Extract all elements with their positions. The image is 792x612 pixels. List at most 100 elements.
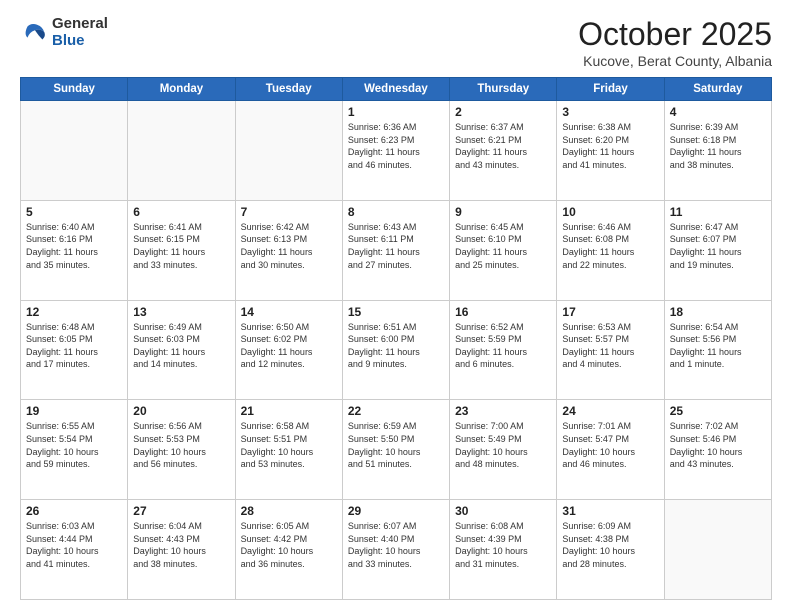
day-number: 1 [348,105,444,119]
day-number: 17 [562,305,658,319]
col-thursday: Thursday [450,78,557,101]
day-number: 29 [348,504,444,518]
table-row: 3 Sunrise: 6:38 AMSunset: 6:20 PMDaylight… [557,101,664,201]
logo-general-label: General [52,16,108,33]
day-info: Sunrise: 6:53 AMSunset: 5:57 PMDaylight:… [562,321,658,371]
day-info: Sunrise: 6:47 AMSunset: 6:07 PMDaylight:… [670,221,766,271]
table-row: 1Sunrise: 6:36 AMSunset: 6:23 PMDaylight… [342,101,449,201]
day-number: 31 [562,504,658,518]
day-number: 28 [241,504,337,518]
table-row: 23Sunrise: 7:00 AMSunset: 5:49 PMDayligh… [450,400,557,500]
location: Kucove, Berat County, Albania [578,53,772,69]
table-row: 5Sunrise: 6:40 AMSunset: 6:16 PMDaylight… [21,200,128,300]
table-row: 21 Sunrise: 6:58 AMSunset: 5:51 PMDayligh… [235,400,342,500]
day-info: Sunrise: 7:02 AMSunset: 5:46 PMDaylight:… [670,420,766,470]
day-info: Sunrise: 6:04 AMSunset: 4:43 PMDaylight:… [133,520,229,570]
day-number: 12 [26,305,122,319]
table-row: 22 Sunrise: 6:59 AMSunset: 5:50 PMDayligh… [342,400,449,500]
day-info: Sunrise: 6:58 AMSunset: 5:51 PMDaylight:… [241,420,337,470]
day-info: Sunrise: 6:56 AMSunset: 5:53 PMDaylight:… [133,420,229,470]
day-info: Sunrise: 6:55 AMSunset: 5:54 PMDaylight:… [26,420,122,470]
table-row: 25 Sunrise: 7:02 AMSunset: 5:46 PMDayligh… [664,400,771,500]
table-row [664,500,771,600]
day-info: Sunrise: 6:03 AMSunset: 4:44 PMDaylight:… [26,520,122,570]
day-number: 4 [670,105,766,119]
day-info: Sunrise: 6:51 AMSunset: 6:00 PMDaylight:… [348,321,444,371]
table-row: 7Sunrise: 6:42 AMSunset: 6:13 PMDaylight… [235,200,342,300]
calendar-week-row: 12 Sunrise: 6:48 AMSunset: 6:05 PMDayligh… [21,300,772,400]
day-info: Sunrise: 6:09 AMSunset: 4:38 PMDaylight:… [562,520,658,570]
day-info: Sunrise: 7:00 AMSunset: 5:49 PMDaylight:… [455,420,551,470]
day-info: Sunrise: 6:59 AMSunset: 5:50 PMDaylight:… [348,420,444,470]
day-number: 25 [670,404,766,418]
day-info: Sunrise: 6:50 AMSunset: 6:02 PMDaylight:… [241,321,337,371]
day-number: 24 [562,404,658,418]
title-block: October 2025 Kucove, Berat County, Alban… [578,16,772,69]
calendar-header-row: Sunday Monday Tuesday Wednesday Thursday… [21,78,772,101]
day-number: 5 [26,205,122,219]
table-row: 8Sunrise: 6:43 AMSunset: 6:11 PMDaylight… [342,200,449,300]
table-row: 14 Sunrise: 6:50 AMSunset: 6:02 PMDayligh… [235,300,342,400]
day-info: Sunrise: 6:52 AMSunset: 5:59 PMDaylight:… [455,321,551,371]
day-info: Sunrise: 6:38 AMSunset: 6:20 PMDaylight:… [562,121,658,171]
day-number: 16 [455,305,551,319]
table-row: 17 Sunrise: 6:53 AMSunset: 5:57 PMDayligh… [557,300,664,400]
day-number: 11 [670,205,766,219]
table-row: 28Sunrise: 6:05 AMSunset: 4:42 PMDayligh… [235,500,342,600]
table-row: 2Sunrise: 6:37 AMSunset: 6:21 PMDaylight… [450,101,557,201]
day-info: Sunrise: 6:08 AMSunset: 4:39 PMDaylight:… [455,520,551,570]
day-info: Sunrise: 6:46 AMSunset: 6:08 PMDaylight:… [562,221,658,271]
day-number: 15 [348,305,444,319]
logo-text: General Blue [52,16,108,49]
table-row: 13Sunrise: 6:49 AMSunset: 6:03 PMDayligh… [128,300,235,400]
table-row: 31 Sunrise: 6:09 AMSunset: 4:38 PMDayligh… [557,500,664,600]
table-row: 4 Sunrise: 6:39 AMSunset: 6:18 PMDaylight… [664,101,771,201]
day-number: 6 [133,205,229,219]
day-number: 30 [455,504,551,518]
col-saturday: Saturday [664,78,771,101]
day-number: 9 [455,205,551,219]
day-number: 3 [562,105,658,119]
day-info: Sunrise: 6:48 AMSunset: 6:05 PMDaylight:… [26,321,122,371]
day-info: Sunrise: 6:54 AMSunset: 5:56 PMDaylight:… [670,321,766,371]
day-number: 10 [562,205,658,219]
day-number: 8 [348,205,444,219]
col-monday: Monday [128,78,235,101]
logo-icon [20,19,48,47]
calendar-week-row: 1Sunrise: 6:36 AMSunset: 6:23 PMDaylight… [21,101,772,201]
table-row [21,101,128,201]
table-row: 18 Sunrise: 6:54 AMSunset: 5:56 PMDayligh… [664,300,771,400]
day-number: 20 [133,404,229,418]
day-number: 14 [241,305,337,319]
day-info: Sunrise: 6:41 AMSunset: 6:15 PMDaylight:… [133,221,229,271]
table-row: 19 Sunrise: 6:55 AMSunset: 5:54 PMDayligh… [21,400,128,500]
day-info: Sunrise: 7:01 AMSunset: 5:47 PMDaylight:… [562,420,658,470]
table-row: 27 Sunrise: 6:04 AMSunset: 4:43 PMDayligh… [128,500,235,600]
table-row: 6 Sunrise: 6:41 AMSunset: 6:15 PMDaylight… [128,200,235,300]
day-info: Sunrise: 6:39 AMSunset: 6:18 PMDaylight:… [670,121,766,171]
day-info: Sunrise: 6:37 AMSunset: 6:21 PMDaylight:… [455,121,551,171]
logo-blue-label: Blue [52,33,108,50]
col-friday: Friday [557,78,664,101]
table-row: 15 Sunrise: 6:51 AMSunset: 6:00 PMDayligh… [342,300,449,400]
col-wednesday: Wednesday [342,78,449,101]
col-sunday: Sunday [21,78,128,101]
day-number: 18 [670,305,766,319]
table-row: 26 Sunrise: 6:03 AMSunset: 4:44 PMDayligh… [21,500,128,600]
day-number: 22 [348,404,444,418]
day-number: 21 [241,404,337,418]
day-number: 27 [133,504,229,518]
day-info: Sunrise: 6:42 AMSunset: 6:13 PMDaylight:… [241,221,337,271]
table-row [235,101,342,201]
day-number: 26 [26,504,122,518]
month-title: October 2025 [578,16,772,53]
day-info: Sunrise: 6:45 AMSunset: 6:10 PMDaylight:… [455,221,551,271]
page: General Blue October 2025 Kucove, Berat … [0,0,792,612]
calendar-table: Sunday Monday Tuesday Wednesday Thursday… [20,77,772,600]
table-row: 11 Sunrise: 6:47 AMSunset: 6:07 PMDayligh… [664,200,771,300]
table-row: 20 Sunrise: 6:56 AMSunset: 5:53 PMDayligh… [128,400,235,500]
table-row: 9 Sunrise: 6:45 AMSunset: 6:10 PMDaylight… [450,200,557,300]
day-number: 19 [26,404,122,418]
table-row: 24 Sunrise: 7:01 AMSunset: 5:47 PMDayligh… [557,400,664,500]
logo: General Blue [20,16,108,49]
